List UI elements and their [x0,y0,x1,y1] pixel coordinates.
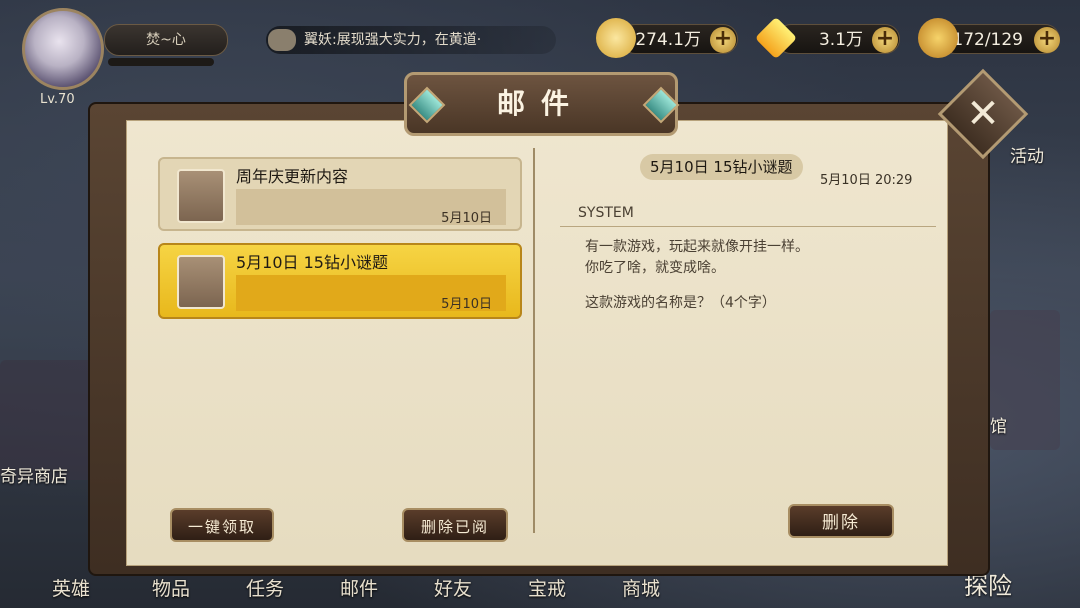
tab-quests[interactable]: 任务 [246,574,284,601]
shop-label[interactable]: 奇异商店 [0,462,68,487]
mail-date-band: 5月10日 [236,189,506,226]
hall-label[interactable]: 馆 [990,412,1007,437]
tab-rings[interactable]: 宝戒 [528,574,566,601]
chat-ticker[interactable]: 翼妖:展现强大实力，在黄道· [266,26,556,54]
add-diamond-button[interactable]: + [872,27,898,53]
claim-all-button[interactable]: 一键领取 [170,508,274,542]
player-level: Lv.70 [40,92,75,107]
tab-heroes[interactable]: 英雄 [52,574,90,601]
envelope-icon [177,255,225,309]
gold-value: 274.1万 [635,30,701,50]
add-stamina-button[interactable]: + [1034,27,1060,53]
gold-coin-icon [596,18,636,58]
panel-divider [533,148,535,533]
player-avatar[interactable] [22,8,104,90]
close-icon[interactable]: ✕ [951,82,1015,146]
detail-timestamp: 5月10日 20:29 [820,173,913,188]
mail-body-line: 有一款游戏，玩起来就像开挂一样。 [585,239,809,255]
mail-sender: SYSTEM [578,205,634,221]
mail-item-anniversary[interactable]: 周年庆更新内容 5月10日 [158,157,522,231]
mail-title: 5月10日 15钻小谜题 [236,253,388,272]
tab-mail[interactable]: 邮件 [340,574,378,601]
mail-item-puzzle[interactable]: 5月10日 15钻小谜题 5月10日 [158,243,522,319]
diamond-value: 3.1万 [818,30,863,50]
mail-date: 5月10日 [441,297,492,312]
detail-title: 5月10日 15钻小谜题 [640,154,803,180]
player-name: 焚~心 [104,24,228,56]
activity-label[interactable]: 活动 [1010,142,1044,167]
stamina-value: 172/129 [952,30,1023,50]
chat-bubble-icon [268,29,296,51]
mail-body-line: 这款游戏的名称是？（4个字） [585,295,776,311]
delete-read-button[interactable]: 删除已阅 [402,508,508,542]
tab-store[interactable]: 商城 [622,574,660,601]
mail-date-band: 5月10日 [236,275,506,312]
delete-button[interactable]: 删除 [788,504,894,538]
experience-bar [108,58,214,66]
mail-body-line: 你吃了啥，就变成啥。 [585,260,725,276]
sender-divider [560,226,936,227]
tab-friends[interactable]: 好友 [434,574,472,601]
tab-items[interactable]: 物品 [152,574,190,601]
add-gold-button[interactable]: + [710,27,736,53]
mail-title: 周年庆更新内容 [236,167,349,186]
envelope-icon [177,169,225,223]
mail-date: 5月10日 [441,211,492,226]
stamina-icon [918,18,958,58]
